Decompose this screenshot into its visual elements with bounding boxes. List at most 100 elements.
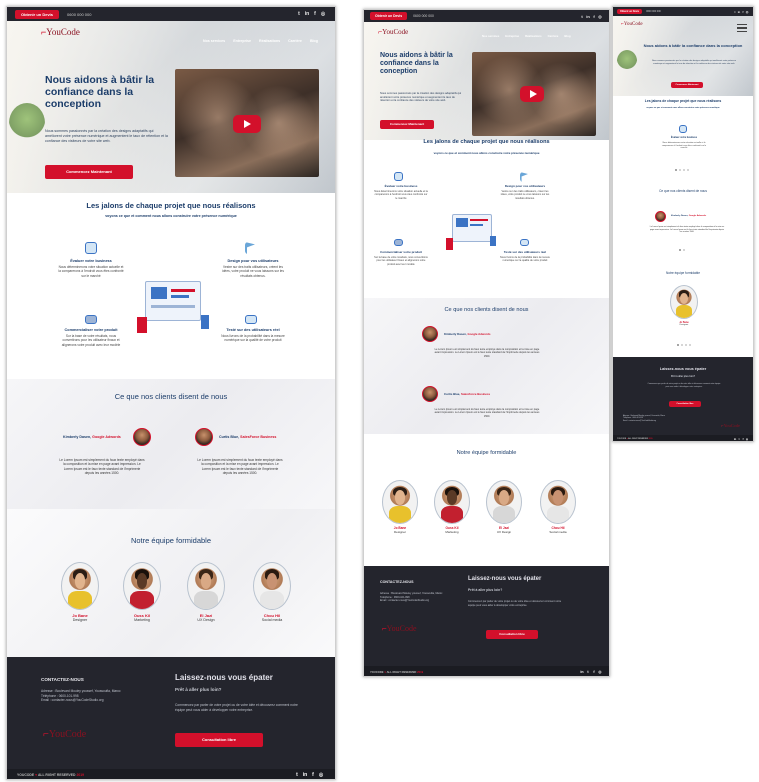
footer-logo[interactable]: ⌐YouCode [721,423,740,428]
feature-text: Sur la base de votre résultats, nous con… [61,334,121,347]
logo[interactable]: ⌐YouCode [378,28,408,36]
hero-start-button[interactable]: Commencez Maintenant [45,165,133,179]
team-member: Jo Bane Designer [57,562,103,622]
logo[interactable]: ⌐YouCode [621,21,643,27]
milestones-title: Les jalons de chaque projet que nous réa… [86,201,256,210]
instagram-icon[interactable]: ◎ [317,772,325,778]
plant-decoration [9,103,45,143]
instagram-icon[interactable]: ◎ [597,670,603,674]
nav-item-services[interactable]: Nos services [203,39,225,43]
footer-logo[interactable]: ⌐YouCode [43,729,86,740]
copyright: YOUCODE ♥ ALL RIGHT RESERVED 2019 [17,773,85,777]
feature-text: Nous livrons de la probabilité dans la m… [500,256,550,263]
consultation-button[interactable]: Consultation libre [175,733,263,747]
linkedin-icon[interactable]: in [301,772,309,778]
logo[interactable]: ⌐YouCode [41,27,80,37]
nav-item-careers[interactable]: Carrière [288,39,302,43]
hero-video[interactable] [472,52,596,136]
hero-title: Nous aidons à bâtir la confiance dans la… [45,74,155,110]
member-photo [382,480,418,524]
twitter-icon[interactable]: t [295,11,303,17]
hero-section: ⌐YouCode Nos services Entreprise Réalisa… [364,22,609,140]
hero-title: Nous aidons à bâtir la confiance dans la… [643,43,743,48]
facebook-icon[interactable]: f [309,772,317,778]
menu-icon[interactable] [737,24,747,32]
users-icon [520,239,529,246]
footer-logo[interactable]: ⌐YouCode [382,624,417,633]
hero-start-button[interactable]: Commencez Maintenant [380,120,434,129]
phone-number: 0600 000 000 [646,10,661,13]
instagram-icon[interactable]: ◎ [745,10,749,14]
testimonials-title: Ce que nos clients disent de nous [444,307,529,313]
instagram-icon[interactable]: ◎ [745,438,749,441]
hero-start-button[interactable]: Commencez Maintenant [671,82,703,88]
linkedin-icon[interactable]: in [303,11,311,17]
feature-title: Testé sur des utilisateurs réel [226,328,280,332]
testimonial-text: Le Lorem Ipsum est simplement du faux te… [434,348,540,358]
footer-cta-subtitle: Prêt à aller plus loin? [175,687,222,692]
quote-button[interactable]: Obtenir un Devis [15,9,60,19]
top-socials: t in f ◎ [295,11,327,17]
contact-email[interactable]: Email : contacter-nous@YouCodeStudio.org [41,698,151,703]
feature-title: Commercialiser votre produit [64,328,118,332]
testimonials-title: Ce que nos clients disent de nous [659,189,707,193]
hero-text: Nous sommes passionnés par la création d… [45,129,168,143]
facebook-icon[interactable]: f [311,11,319,17]
instagram-icon[interactable]: ◎ [319,11,327,17]
member-role: Designer [393,530,406,534]
team-member: Chou Hil Social media [249,562,295,622]
nav-item-company[interactable]: Entreprise [505,34,519,38]
consultation-button[interactable]: Consultation libre [486,630,538,639]
instagram-icon[interactable]: ◎ [597,14,603,19]
avatar [422,386,438,402]
nav-item-services[interactable]: Nos services [482,34,499,38]
quote-button[interactable]: Obtenir un Devis [370,12,408,20]
team-member: Jo Bane Designer [378,480,422,534]
member-photo [486,480,522,524]
contact-title: CONTACTEZ-NOUS [380,580,414,584]
consultation-button[interactable]: Consultation libre [669,401,701,407]
nav-item-company[interactable]: Entreprise [233,39,251,43]
nav-item-blog[interactable]: Blog [564,34,570,38]
quote-button[interactable]: Obtenir un Devis [617,9,643,14]
nav-item-work[interactable]: Réalisations [259,39,280,43]
carousel-dots[interactable] [677,344,691,346]
nav-item-work[interactable]: Réalisations [525,34,541,38]
team-title: Notre équipe formidable [130,536,212,545]
hero-section: ⌐YouCode Nous aidons à bâtir la confianc… [613,16,753,96]
avatar [195,428,213,446]
top-bar: Obtenir un Devis 0600 000 000 t in f ◎ [7,7,335,21]
hero-title: Nous aidons à bâtir la confiance dans la… [380,52,453,75]
nav-item-careers[interactable]: Carrière [548,34,559,38]
footer-cta-text: Commencez par parler de votre projet ou … [175,703,298,712]
milestones-subtitle: voyons ce que et comment nous allons con… [433,151,540,155]
avatar [655,211,666,222]
footer: Laissez-nous vous épater Prêt à aller pl… [613,357,753,435]
top-bar: Obtenir un Devis 0600 000 000 t in f ◎ [364,10,609,22]
twitter-icon[interactable]: t [293,772,301,778]
nav-item-blog[interactable]: Blog [310,39,318,43]
carousel-dots[interactable] [675,169,689,171]
play-icon[interactable] [233,115,261,133]
member-photo [434,480,470,524]
play-icon[interactable] [520,86,544,102]
feature-text: Nous déterminerons votre situation actue… [58,265,124,278]
hero-video[interactable] [175,69,319,177]
tablet-preview: Obtenir un Devis 0600 000 000 t in f ◎ ⌐… [363,9,610,677]
contact-email[interactable]: Email : contacter-nous@YouCodeStudio.org [623,420,683,422]
carousel-dots[interactable] [679,249,685,251]
dashboard-illustration [444,206,498,254]
business-icon [679,125,687,133]
phone-number: 0600 000 000 [67,11,92,17]
testimonial-text: Le Lorem Ipsum est simplement du faux te… [59,458,145,475]
member-role: Social media [549,530,567,534]
feature-text: Nous livrons de la probabilité dans la m… [221,334,285,343]
member-photo [253,562,291,610]
milestones-title: Les jalons de chaque projet que nous réa… [423,139,550,145]
contact-email[interactable]: Email : contacter-nous@YouCodeStudio.org [380,599,460,603]
copyright: YOUCODE ♥ ALL RIGHT RESERVED 2019 [370,670,424,674]
feature-text: Nous déterminerons votre situation actue… [374,190,428,200]
copyright-bar: YOUCODE ♥ ALL RIGHT RESERVED 2019 in t f… [364,666,609,676]
hero-text: Nous sommes passionnés par la création d… [380,92,462,103]
contact-title: CONTACTEZ-NOUS [41,677,84,682]
